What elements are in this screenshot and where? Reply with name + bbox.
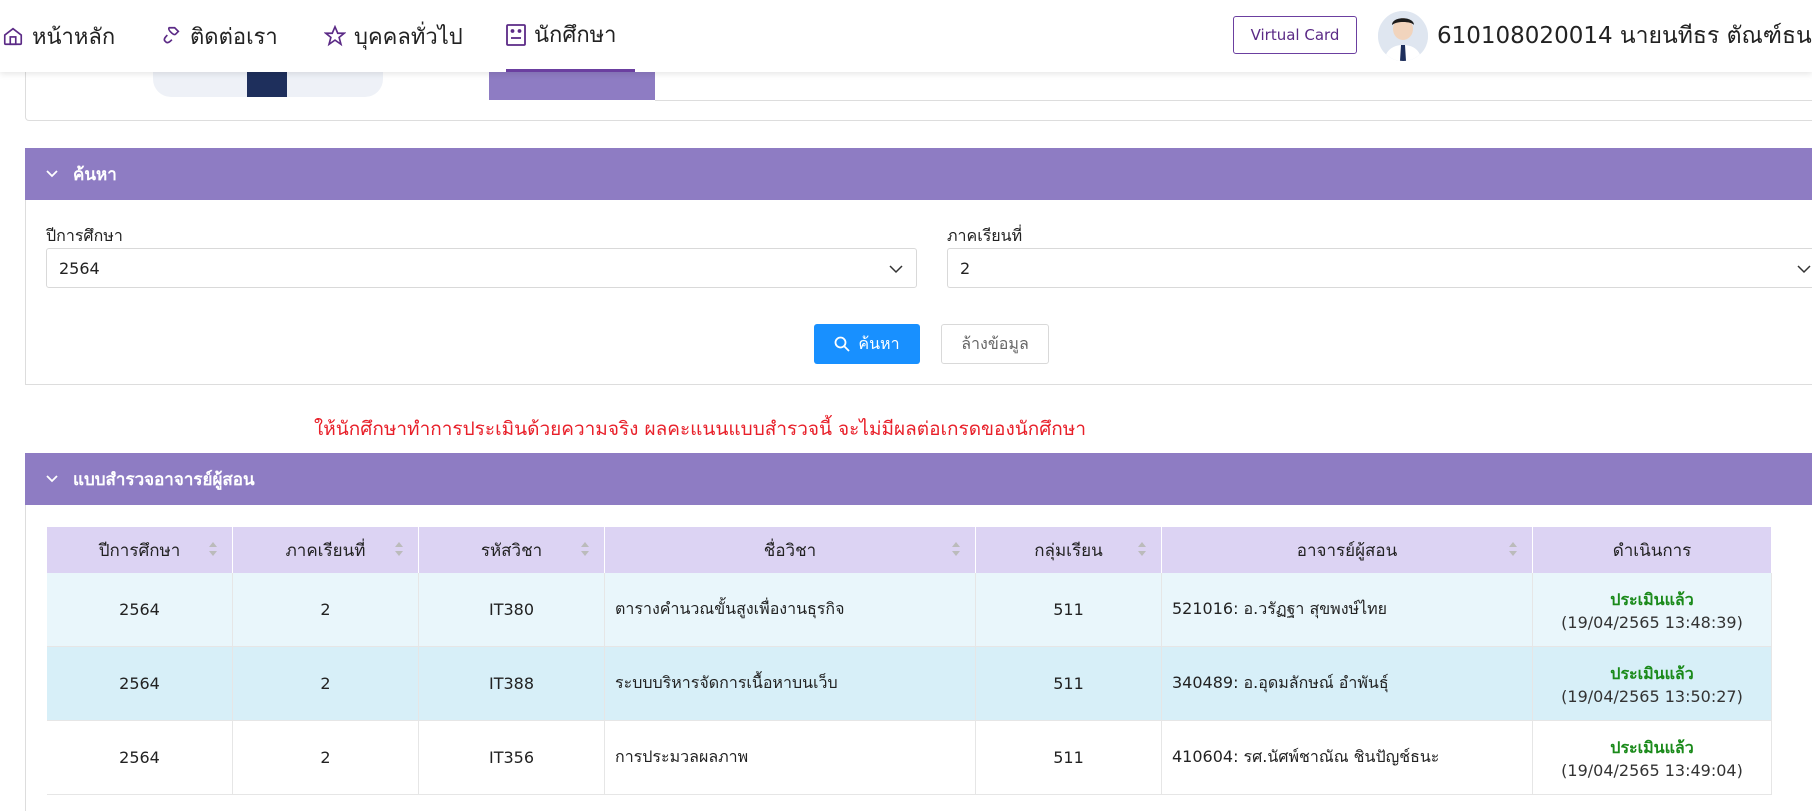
cell-term: 2 [232,573,419,647]
chevron-down-icon [888,261,904,277]
evaluation-notice: ให้นักศึกษาทำการประเมินด้วยความจริง ผลคะ… [314,418,1086,440]
cell-group: 511 [975,720,1162,795]
status-badge: ประเมินแล้ว [1610,589,1694,609]
col-header-code[interactable]: รหัสวิชา [418,527,605,573]
table-row[interactable]: 2564 2 IT388 ระบบบริหารจัดการเนื้อหาบนเว… [47,646,1772,721]
sort-icon [208,540,218,558]
survey-panel-title: แบบสำรวจอาจารย์ผู้สอน [73,469,255,490]
col-header-year[interactable]: ปีการศึกษา [47,527,233,573]
survey-table: ปีการศึกษา ภาคเรียนที่ รหัสวิชา ชื่อวิชา… [47,527,1772,795]
nav-student[interactable]: นักศึกษา [506,0,635,72]
search-icon [834,336,851,352]
year-label: ปีการศึกษา [46,226,123,245]
col-header-group[interactable]: กลุ่มเรียน [975,527,1162,573]
nav-contact[interactable]: ติดต่อเรา [160,0,278,72]
cell-group: 511 [975,646,1162,721]
cell-group: 511 [975,573,1162,647]
status-timestamp: (19/04/2565 13:49:04) [1561,760,1743,780]
sort-icon [1508,540,1518,558]
user-name[interactable]: 610108020014 นายนทีธร ตัณฑ์ธนศิวะกุล [1437,0,1812,72]
cell-term: 2 [232,720,419,795]
chevron-down-icon [45,169,59,179]
nav-home[interactable]: หน้าหลัก [2,0,115,72]
chevron-down-icon [1796,261,1812,277]
term-select[interactable]: 2 [947,248,1812,288]
status-badge: ประเมินแล้ว [1610,663,1694,683]
year-select[interactable]: 2564 [46,248,917,288]
col-header-action: ดำเนินการ [1532,527,1772,573]
top-navigation: หน้าหลัก ติดต่อเรา บุคคลทั่วไป นักศึกษา … [0,0,1812,72]
cell-code: IT380 [418,573,605,647]
star-icon [324,25,346,47]
status-badge: ประเมินแล้ว [1610,737,1694,757]
nav-general[interactable]: บุคคลทั่วไป [324,0,463,72]
sort-icon [951,540,961,558]
cell-term: 2 [232,646,419,721]
status-timestamp: (19/04/2565 13:48:39) [1561,612,1743,632]
cell-teacher: 521016: อ.วรัฏฐา สุขพงษ์ไทย [1161,573,1533,647]
nav-home-label: หน้าหลัก [32,24,116,50]
cell-teacher: 410604: รศ.นัศพ์ชาณัณ ชินปัญช์ธนะ [1161,720,1533,795]
search-panel-title: ค้นหา [73,164,117,185]
col-header-name[interactable]: ชื่อวิชา [604,527,976,573]
cell-code: IT356 [418,720,605,795]
sort-icon [1137,540,1147,558]
sort-icon [580,540,590,558]
nav-contact-label: ติดต่อเรา [190,24,278,50]
table-row[interactable]: 2564 2 IT356 การประมวลผลภาพ 511 410604: … [47,720,1772,795]
table-header-row: ปีการศึกษา ภาคเรียนที่ รหัสวิชา ชื่อวิชา… [47,527,1772,573]
search-button[interactable]: ค้นหา [814,324,920,364]
cell-year: 2564 [47,720,233,795]
nav-student-label: นักศึกษา [534,23,617,48]
table-row[interactable]: 2564 2 IT380 ตารางคำนวณขั้นสูงเพื่องานธุ… [47,573,1772,647]
cell-name: ตารางคำนวณขั้นสูงเพื่องานธุรกิจ [604,573,976,647]
sort-icon [394,540,404,558]
phone-icon [160,25,182,47]
chevron-down-icon [45,474,59,484]
search-panel-header[interactable]: ค้นหา [25,148,1812,200]
home-icon [2,25,24,47]
clear-button[interactable]: ล้างข้อมูล [941,324,1049,364]
survey-panel-header[interactable]: แบบสำรวจอาจารย์ผู้สอน [25,453,1812,505]
search-button-label: ค้นหา [858,333,900,353]
nav-general-label: บุคคลทั่วไป [354,24,463,50]
col-header-term[interactable]: ภาคเรียนที่ [232,527,419,573]
cell-year: 2564 [47,646,233,721]
cell-action: ประเมินแล้ว (19/04/2565 13:48:39) [1532,573,1772,647]
cell-code: IT388 [418,646,605,721]
virtual-card-button[interactable]: Virtual Card [1233,16,1357,54]
term-select-value: 2 [960,258,971,278]
id-card-icon [506,23,526,46]
cell-year: 2564 [47,573,233,647]
term-label: ภาคเรียนที่ [947,226,1023,245]
col-header-teacher[interactable]: อาจารย์ผู้สอน [1161,527,1533,573]
cell-name: ระบบบริหารจัดการเนื้อหาบนเว็บ [604,646,976,721]
avatar[interactable] [1378,11,1428,61]
cell-action: ประเมินแล้ว (19/04/2565 13:49:04) [1532,720,1772,795]
status-timestamp: (19/04/2565 13:50:27) [1561,686,1743,706]
cell-action: ประเมินแล้ว (19/04/2565 13:50:27) [1532,646,1772,721]
cell-name: การประมวลผลภาพ [604,720,976,795]
cell-teacher: 340489: อ.อุดมลักษณ์ อำพันธุ์ [1161,646,1533,721]
year-select-value: 2564 [59,258,100,278]
